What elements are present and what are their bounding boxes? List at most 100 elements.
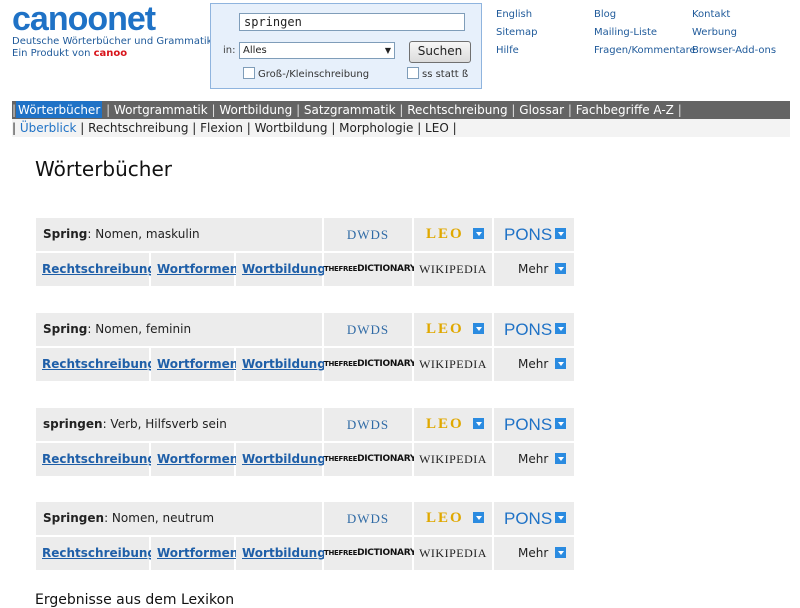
dwds-link[interactable]: DWDS bbox=[324, 218, 412, 251]
entry-word: springen bbox=[43, 417, 103, 431]
ss-checkbox[interactable] bbox=[407, 67, 419, 79]
pons-dropdown-icon[interactable] bbox=[555, 323, 566, 334]
link-sitemap[interactable]: Sitemap bbox=[496, 27, 537, 45]
link-fragen-kommentare[interactable]: Fragen/Kommentare bbox=[594, 45, 696, 63]
nav-wortbildung[interactable]: Wortbildung bbox=[219, 103, 292, 117]
pons-label: PONS bbox=[504, 320, 553, 339]
scope-select[interactable]: Alles ▼ bbox=[239, 42, 395, 59]
link-kontakt[interactable]: Kontakt bbox=[692, 9, 776, 27]
mehr-dropdown-icon[interactable] bbox=[555, 547, 566, 558]
wikipedia-link[interactable]: WIKIPEDIA bbox=[414, 348, 492, 381]
pons-dropdown-icon[interactable] bbox=[555, 228, 566, 239]
leo-dropdown-icon[interactable] bbox=[473, 512, 484, 523]
pons-link[interactable]: PONS bbox=[494, 502, 574, 535]
mehr-menu[interactable]: Mehr bbox=[494, 443, 574, 476]
mehr-dropdown-icon[interactable] bbox=[555, 263, 566, 274]
leo-link[interactable]: LEO bbox=[414, 408, 492, 441]
rechtschreibung-link[interactable]: Rechtschreibung bbox=[36, 443, 156, 476]
pons-link[interactable]: PONS bbox=[494, 408, 574, 441]
canoonet-logo[interactable]: canoonet bbox=[12, 0, 156, 39]
subnav-rechtschreibung[interactable]: Rechtschreibung bbox=[88, 121, 188, 135]
wortformen-link[interactable]: Wortformen bbox=[151, 253, 238, 286]
leo-link[interactable]: LEO bbox=[414, 313, 492, 346]
tagline: Deutsche Wörterbücher und Grammatik Ein … bbox=[12, 36, 212, 60]
nav-glossar[interactable]: Glossar bbox=[519, 103, 564, 117]
nav-satzgrammatik[interactable]: Satzgrammatik bbox=[304, 103, 396, 117]
mehr-menu[interactable]: Mehr bbox=[494, 537, 574, 570]
pons-dropdown-icon[interactable] bbox=[555, 512, 566, 523]
thefreedictionary-link[interactable]: THEFREEDICTIONARY bbox=[324, 253, 416, 286]
dwds-link[interactable]: DWDS bbox=[324, 313, 412, 346]
link-blog[interactable]: Blog bbox=[594, 9, 696, 27]
wortformen-link[interactable]: Wortformen bbox=[151, 443, 238, 476]
sub-nav: | Überblick | Rechtschreibung | Flexion … bbox=[12, 119, 790, 137]
entry-heading: Springen: Nomen, neutrum bbox=[36, 502, 322, 535]
leo-dropdown-icon[interactable] bbox=[473, 323, 484, 334]
link-hilfe[interactable]: Hilfe bbox=[496, 45, 537, 63]
mehr-menu[interactable]: Mehr bbox=[494, 348, 574, 381]
dwds-link[interactable]: DWDS bbox=[324, 502, 412, 535]
case-option[interactable]: Groß-/Kleinschreibung bbox=[243, 67, 369, 80]
canoo-brand[interactable]: canoo bbox=[94, 48, 128, 59]
pons-link[interactable]: PONS bbox=[494, 218, 574, 251]
ss-option[interactable]: ss statt ß bbox=[407, 67, 468, 80]
tfd-dictionary: DICTIONARY bbox=[357, 359, 417, 369]
case-checkbox[interactable] bbox=[243, 67, 255, 79]
nav-wortgrammatik[interactable]: Wortgrammatik bbox=[114, 103, 208, 117]
mehr-dropdown-icon[interactable] bbox=[555, 358, 566, 369]
mehr-menu[interactable]: Mehr bbox=[494, 253, 574, 286]
toplinks-col1: English Sitemap Hilfe bbox=[496, 9, 537, 63]
subnav-wortbildung[interactable]: Wortbildung bbox=[255, 121, 328, 135]
thefreedictionary-link[interactable]: THEFREEDICTIONARY bbox=[324, 537, 416, 570]
nav-rechtschreibung[interactable]: Rechtschreibung bbox=[407, 103, 507, 117]
leo-link[interactable]: LEO bbox=[414, 218, 492, 251]
thefreedictionary-link[interactable]: THEFREEDICTIONARY bbox=[324, 443, 416, 476]
subnav-ueberblick[interactable]: Überblick bbox=[20, 121, 77, 135]
pons-dropdown-icon[interactable] bbox=[555, 418, 566, 429]
entry-block: Spring: Nomen, feminin DWDS LEO PONS Rec… bbox=[36, 313, 574, 383]
subnav-leo[interactable]: LEO bbox=[425, 121, 449, 135]
wortbildung-link[interactable]: Wortbildung bbox=[236, 348, 326, 381]
main-nav: | Wörterbücher | Wortgrammatik | Wortbild… bbox=[12, 101, 790, 119]
scope-selected-value: Alles bbox=[243, 45, 267, 56]
rechtschreibung-link[interactable]: Rechtschreibung bbox=[36, 348, 156, 381]
tfd-free: FREE bbox=[338, 360, 358, 368]
subnav-morphologie[interactable]: Morphologie bbox=[339, 121, 413, 135]
tfd-free: FREE bbox=[338, 265, 358, 273]
tfd-free: FREE bbox=[338, 549, 358, 557]
wikipedia-link[interactable]: WIKIPEDIA bbox=[414, 443, 492, 476]
leo-dropdown-icon[interactable] bbox=[473, 228, 484, 239]
thefreedictionary-link[interactable]: THEFREEDICTIONARY bbox=[324, 348, 416, 381]
rechtschreibung-link[interactable]: Rechtschreibung bbox=[36, 253, 156, 286]
wortbildung-link[interactable]: Wortbildung bbox=[236, 253, 326, 286]
subnav-flexion[interactable]: Flexion bbox=[200, 121, 243, 135]
leo-link[interactable]: LEO bbox=[414, 502, 492, 535]
entry-block: Springen: Nomen, neutrum DWDS LEO PONS R… bbox=[36, 502, 574, 572]
nav-fachbegriffe[interactable]: Fachbegriffe A-Z bbox=[576, 103, 674, 117]
entry-block: springen: Verb, Hilfsverb sein DWDS LEO … bbox=[36, 408, 574, 478]
entry-heading: Spring: Nomen, maskulin bbox=[36, 218, 322, 251]
search-button[interactable]: Suchen bbox=[409, 41, 471, 63]
link-werbung[interactable]: Werbung bbox=[692, 27, 776, 45]
entry-block: Spring: Nomen, maskulin DWDS LEO PONS Re… bbox=[36, 218, 574, 288]
leo-label: LEO bbox=[426, 321, 464, 337]
link-english[interactable]: English bbox=[496, 9, 537, 27]
wortformen-link[interactable]: Wortformen bbox=[151, 348, 238, 381]
search-input[interactable]: springen bbox=[239, 13, 465, 31]
rechtschreibung-link[interactable]: Rechtschreibung bbox=[36, 537, 156, 570]
mehr-dropdown-icon[interactable] bbox=[555, 453, 566, 464]
wortformen-link[interactable]: Wortformen bbox=[151, 537, 238, 570]
wikipedia-link[interactable]: WIKIPEDIA bbox=[414, 253, 492, 286]
entry-heading: Spring: Nomen, feminin bbox=[36, 313, 322, 346]
wortbildung-link[interactable]: Wortbildung bbox=[236, 537, 326, 570]
wortbildung-link[interactable]: Wortbildung bbox=[236, 443, 326, 476]
pons-label: PONS bbox=[504, 509, 553, 528]
dwds-link[interactable]: DWDS bbox=[324, 408, 412, 441]
link-browser-addons[interactable]: Browser-Add-ons bbox=[692, 45, 776, 63]
nav-woerterbuecher[interactable]: Wörterbücher bbox=[16, 101, 103, 118]
leo-dropdown-icon[interactable] bbox=[473, 418, 484, 429]
tfd-the: THE bbox=[324, 455, 339, 463]
wikipedia-link[interactable]: WIKIPEDIA bbox=[414, 537, 492, 570]
link-mailing-liste[interactable]: Mailing-Liste bbox=[594, 27, 696, 45]
pons-link[interactable]: PONS bbox=[494, 313, 574, 346]
